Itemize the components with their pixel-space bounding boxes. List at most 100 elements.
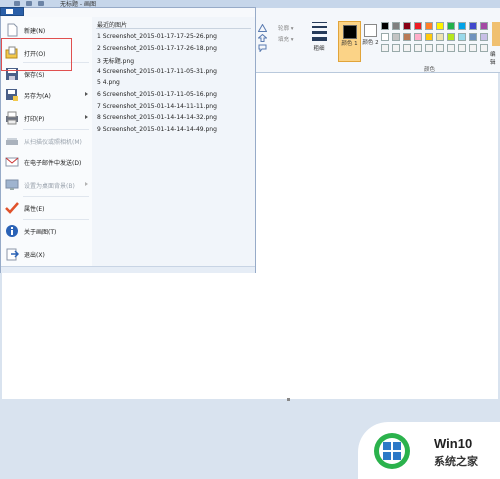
recent-file-item[interactable]: 3 无标题.png (97, 56, 134, 65)
custom-color-slot[interactable] (381, 44, 389, 52)
custom-color-slot[interactable] (403, 44, 411, 52)
palette-color-swatch[interactable] (447, 33, 455, 41)
custom-color-slot[interactable] (414, 44, 422, 52)
new-file-icon (5, 23, 19, 37)
canvas-resize-handle[interactable] (287, 398, 290, 401)
recent-pictures-panel: 最近的图片 1 Screenshot_2015-01-17-17-25-26.p… (92, 17, 255, 267)
palette-color-swatch[interactable] (381, 33, 389, 41)
custom-color-slot[interactable] (480, 44, 488, 52)
recent-file-item[interactable]: 9 Screenshot_2015-01-14-14-14-49.png (97, 126, 217, 133)
scanner-icon (5, 134, 19, 148)
custom-color-slot[interactable] (458, 44, 466, 52)
menu-item-print[interactable]: 打印(P) (1, 107, 92, 129)
palette-color-swatch[interactable] (381, 22, 389, 30)
menu-item-desktop-background[interactable]: 设置为桌面背景(B) (1, 174, 92, 196)
menu-glyph-icon (6, 9, 13, 14)
palette-color-swatch[interactable] (447, 22, 455, 30)
palette-color-swatch[interactable] (458, 33, 466, 41)
custom-color-slot[interactable] (425, 44, 433, 52)
colors-group-label: 颜色 (424, 67, 436, 73)
highlight-box-annotation (1, 38, 72, 71)
recent-file-item[interactable]: 8 Screenshot_2015-01-14-14-14-32.png (97, 114, 217, 121)
menu-item-email[interactable]: 在电子邮件中发送(D) (1, 151, 92, 173)
recent-file-item[interactable]: 4 Screenshot_2015-01-17-11-05-31.png (97, 68, 217, 75)
win10-logo-icon (374, 433, 410, 469)
palette-color-swatch[interactable] (458, 22, 466, 30)
palette-color-swatch[interactable] (403, 22, 411, 30)
menu-item-scanner[interactable]: 从扫描仪或照相机(M) (1, 130, 92, 152)
palette-color-swatch[interactable] (403, 33, 411, 41)
watermark-brand: Win10 (434, 436, 473, 451)
ribbon: 轮廓 ▾ 填充 ▾ 粗细 颜色 1 颜色 2 编辑 颜色 (256, 8, 500, 73)
color2-button[interactable]: 颜色 2 (362, 21, 380, 60)
drawing-canvas-lower[interactable] (2, 273, 498, 399)
triangle-shape-icon[interactable] (258, 24, 267, 32)
edit-colors-button[interactable] (492, 22, 500, 46)
palette-color-swatch[interactable] (392, 22, 400, 30)
recent-file-item[interactable]: 7 Screenshot_2015-01-14-14-11-11.png (97, 103, 217, 110)
custom-color-slot[interactable] (436, 44, 444, 52)
menu-item-about-info[interactable]: 关于画图(T) (1, 220, 92, 242)
palette-color-swatch[interactable] (436, 22, 444, 30)
palette-color-swatch[interactable] (425, 22, 433, 30)
custom-color-slot[interactable] (447, 44, 455, 52)
undo-icon[interactable] (26, 1, 32, 6)
watermark-site: 系统之家 (434, 455, 478, 468)
print-icon (5, 111, 19, 125)
submenu-arrow-icon (85, 182, 88, 186)
color1-button[interactable]: 颜色 1 (338, 21, 361, 62)
menu-footer (1, 266, 255, 273)
menu-item-properties-check[interactable]: 属性(E) (1, 197, 92, 219)
submenu-arrow-icon (85, 115, 88, 119)
fill-dropdown[interactable]: 填充 ▾ (278, 35, 294, 43)
palette-color-swatch[interactable] (436, 33, 444, 41)
menu-item-label: 从扫描仪或照相机(M) (24, 139, 82, 146)
outline-dropdown[interactable]: 轮廓 ▾ (278, 24, 294, 32)
menu-item-label: 退出(X) (24, 252, 45, 259)
application-menu-button[interactable] (0, 7, 24, 16)
save-as-icon (5, 88, 19, 102)
email-icon (5, 155, 19, 169)
custom-color-slot[interactable] (392, 44, 400, 52)
menu-item-exit[interactable]: 退出(X) (1, 243, 92, 265)
callout-shape-icon[interactable] (258, 44, 267, 52)
palette-color-swatch[interactable] (425, 33, 433, 41)
palette-color-swatch[interactable] (469, 33, 477, 41)
redo-icon[interactable] (38, 1, 44, 6)
menu-item-label: 设置为桌面背景(B) (24, 183, 75, 190)
exit-icon (5, 247, 20, 261)
recent-file-item[interactable]: 1 Screenshot_2015-01-17-17-25-26.png (97, 33, 217, 40)
size-button[interactable]: 粗细 (309, 20, 329, 60)
submenu-arrow-icon (85, 92, 88, 96)
recent-file-item[interactable]: 2 Screenshot_2015-01-17-17-26-18.png (97, 45, 217, 52)
menu-item-label: 新建(N) (24, 28, 46, 35)
quick-save-icon[interactable] (14, 1, 20, 6)
menu-item-label: 属性(E) (24, 206, 45, 213)
color1-label: 颜色 1 (341, 41, 358, 47)
palette-color-swatch[interactable] (469, 22, 477, 30)
edit-colors-label: 编辑 (490, 52, 496, 66)
watermark: Win10 系统之家 (358, 422, 500, 479)
arrow-shape-icon[interactable] (258, 34, 267, 42)
properties-check-icon (5, 201, 19, 215)
size-label: 粗细 (313, 46, 325, 52)
recent-file-item[interactable]: 6 Screenshot_2015-01-17-11-05-16.png (97, 91, 217, 98)
custom-color-slot[interactable] (469, 44, 477, 52)
about-info-icon (5, 224, 19, 238)
palette-color-swatch[interactable] (392, 33, 400, 41)
menu-item-label: 在电子邮件中发送(D) (24, 160, 82, 167)
recent-file-item[interactable]: 5 4.png (97, 79, 120, 86)
menu-item-label: 打印(P) (24, 116, 45, 123)
divider (96, 28, 251, 29)
desktop-background-icon (5, 178, 19, 192)
color2-label: 颜色 2 (362, 40, 379, 46)
palette-color-swatch[interactable] (414, 22, 422, 30)
drawing-canvas[interactable] (256, 73, 498, 273)
palette-color-swatch[interactable] (414, 33, 422, 41)
menu-item-label: 另存为(A) (24, 93, 51, 100)
menu-item-label: 保存(S) (24, 72, 45, 79)
palette-color-swatch[interactable] (480, 22, 488, 30)
color2-swatch (364, 24, 377, 37)
menu-item-save-as[interactable]: 另存为(A) (1, 84, 92, 106)
palette-color-swatch[interactable] (480, 33, 488, 41)
